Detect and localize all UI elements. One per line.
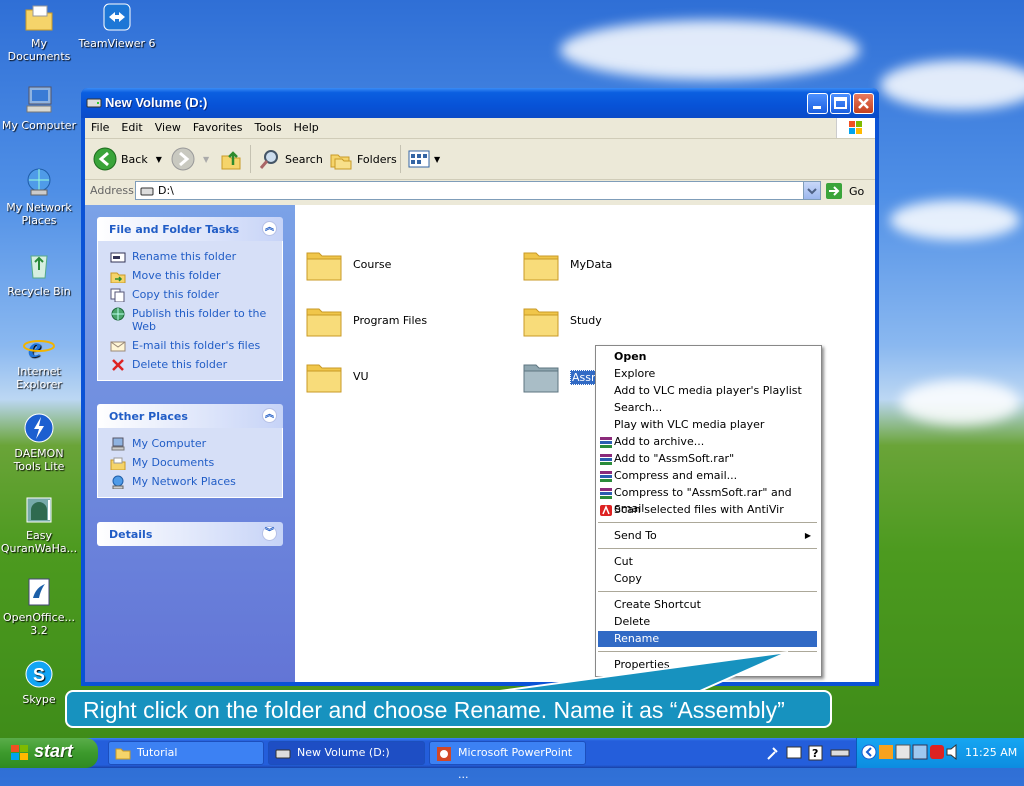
clock: 11:25 AM — [965, 746, 1018, 759]
tools-icon[interactable] — [767, 747, 778, 760]
drive-icon — [275, 749, 291, 759]
taskbar-item-tutorial[interactable]: Tutorial — [108, 741, 264, 765]
task-label: New Volume (D:) — [297, 746, 390, 759]
taskbar: start Tutorial New Volume (D:) Microsoft… — [0, 738, 1024, 781]
keyboard-icon[interactable] — [786, 746, 802, 759]
tray-app-icon — [879, 745, 893, 759]
system-tray: 11:25 AM — [856, 738, 1024, 768]
start-button[interactable]: start — [0, 738, 98, 768]
task-label: Microsoft PowerPoint ... — [458, 746, 573, 781]
tray-network-icon — [912, 744, 928, 760]
tray-icons — [879, 744, 957, 761]
windows-logo-icon — [11, 745, 28, 760]
svg-text:?: ? — [812, 747, 818, 760]
help-icon[interactable]: ? — [808, 745, 823, 761]
callout-text: Right click on the folder and choose Ren… — [83, 697, 785, 723]
volume-icon — [946, 744, 957, 761]
taskbar-item-new-volume[interactable]: New Volume (D:) — [268, 741, 425, 765]
tray-antivir-icon — [930, 745, 944, 759]
start-label: start — [34, 741, 74, 761]
hardware-icon[interactable] — [830, 749, 850, 757]
powerpoint-icon — [437, 747, 451, 761]
task-label: Tutorial — [137, 746, 178, 759]
quicklaunch-tray: ? — [765, 744, 855, 762]
callout-pointer — [499, 651, 789, 692]
instruction-callout: Right click on the folder and choose Ren… — [65, 690, 832, 728]
show-hidden-icons-button[interactable] — [861, 744, 877, 760]
taskbar-item-powerpoint[interactable]: Microsoft PowerPoint ... — [429, 741, 586, 781]
folder-icon — [115, 748, 131, 760]
tray-app-icon — [895, 744, 911, 760]
